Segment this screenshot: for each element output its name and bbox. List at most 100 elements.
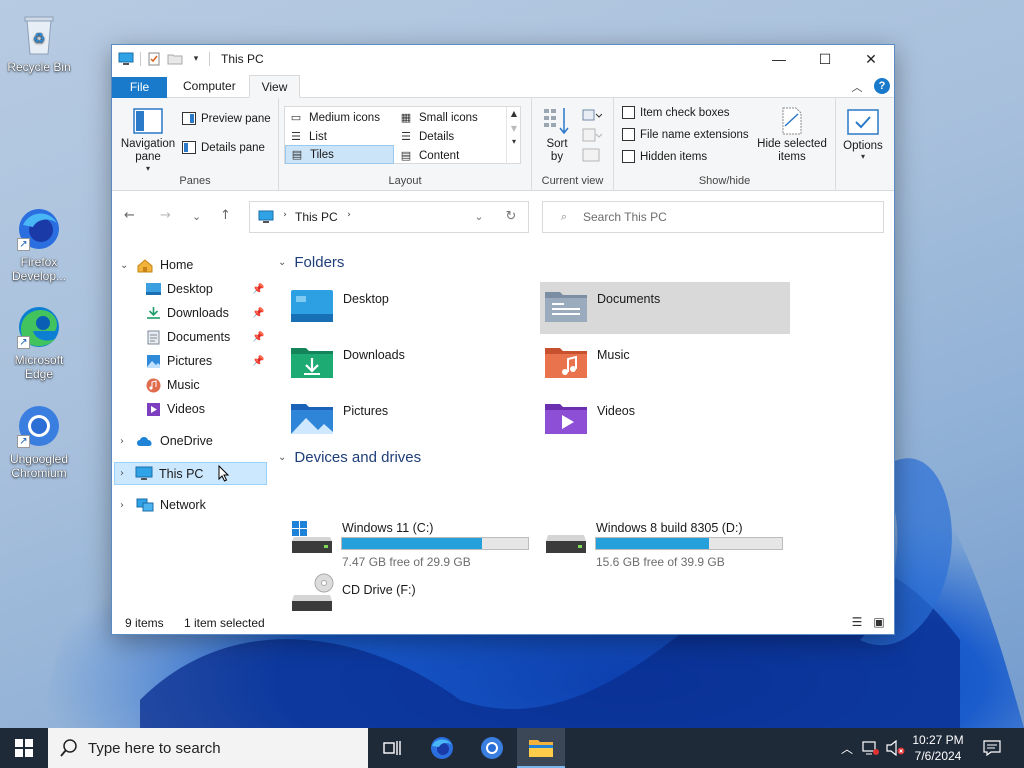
folder-tile-documents[interactable]: Documents: [540, 282, 790, 334]
drive-tile-c[interactable]: Windows 11 (C:) 7.47 GB free of 29.9 GB: [290, 521, 540, 573]
ribbon-group-label: Panes: [179, 175, 211, 187]
folder-tile-music[interactable]: Music: [540, 338, 790, 390]
file-name-extensions-checkbox[interactable]: [622, 128, 635, 141]
collapse-ribbon-icon[interactable]: ︿: [850, 79, 864, 95]
layout-small-icons[interactable]: ▦ Small icons: [395, 108, 505, 127]
add-columns-button[interactable]: [582, 128, 603, 145]
layout-scroll[interactable]: ▲ ▼ ▾: [506, 107, 520, 163]
taskbar-file-explorer-button[interactable]: [517, 728, 565, 768]
clock-time: 10:27 PM: [912, 733, 964, 747]
scroll-up-icon[interactable]: ▲: [507, 109, 521, 118]
folder-tile-pictures[interactable]: Pictures: [286, 394, 536, 446]
layout-medium-icons[interactable]: ▭ Medium icons: [285, 108, 395, 127]
collapsed-chevron-icon[interactable]: ›: [120, 436, 124, 447]
nav-item-videos[interactable]: Videos: [112, 398, 270, 420]
tab-view[interactable]: View: [249, 75, 300, 98]
options-button[interactable]: Options ▾: [838, 108, 888, 161]
item-check-boxes-option[interactable]: Item check boxes: [622, 106, 729, 119]
nav-item-network[interactable]: › Network: [112, 494, 270, 516]
hide-selected-items-button[interactable]: Hide selected items: [754, 106, 830, 164]
folder-label: Desktop: [343, 292, 389, 306]
desktop-icon-chromium[interactable]: ↗ Ungoogled Chromium: [1, 402, 77, 480]
details-view-icon[interactable]: ☰: [850, 615, 864, 629]
group-by-button[interactable]: [582, 108, 603, 125]
nav-item-desktop[interactable]: Desktop 📌: [112, 278, 270, 300]
nav-item-downloads[interactable]: Downloads 📌: [112, 302, 270, 324]
drive-tile-d[interactable]: Windows 8 build 8305 (D:) 15.6 GB free o…: [544, 521, 794, 573]
show-hidden-icons-chevron-icon[interactable]: ︿: [840, 740, 854, 757]
properties-icon[interactable]: [147, 51, 161, 66]
navigation-pane-button[interactable]: Navigation pane ▾: [118, 108, 178, 173]
forward-arrow-icon[interactable]: →: [160, 208, 171, 223]
nav-item-pictures[interactable]: Pictures 📌: [112, 350, 270, 372]
nav-item-this-pc[interactable]: › This PC: [114, 462, 267, 485]
large-icons-view-icon[interactable]: ▣: [872, 615, 886, 629]
notification-center-icon[interactable]: [983, 740, 1001, 756]
taskbar-search-box[interactable]: Type here to search: [48, 728, 368, 768]
minimize-button[interactable]: —: [756, 45, 802, 73]
expanded-chevron-icon[interactable]: ⌄: [120, 260, 128, 271]
refresh-icon[interactable]: ↻: [504, 209, 518, 224]
collapsed-chevron-icon[interactable]: ›: [120, 468, 124, 479]
tab-file[interactable]: File: [112, 77, 167, 98]
taskbar-firefox-button[interactable]: [418, 728, 466, 768]
sort-by-button[interactable]: Sort by: [540, 106, 574, 164]
pin-icon[interactable]: 📌: [252, 284, 264, 295]
collapse-group-chevron-icon[interactable]: ⌄: [278, 257, 286, 268]
close-button[interactable]: ✕: [848, 45, 894, 73]
layout-tiles[interactable]: ▤ Tiles: [285, 145, 394, 164]
tab-computer[interactable]: Computer: [171, 75, 248, 98]
task-view-button[interactable]: [368, 728, 416, 768]
desktop-icon-recycle-bin[interactable]: ♻ Recycle Bin: [1, 10, 77, 74]
address-bar[interactable]: › This PC › ⌄ ↻: [249, 201, 529, 233]
title-bar: ▾ This PC — ☐ ✕: [112, 45, 894, 73]
folder-label: Music: [597, 348, 630, 362]
back-arrow-icon[interactable]: ←: [124, 208, 135, 223]
address-history-dropdown-icon[interactable]: ⌄: [472, 210, 486, 223]
collapse-group-chevron-icon[interactable]: ⌄: [278, 452, 286, 463]
new-folder-icon[interactable]: [167, 52, 183, 65]
nav-item-music[interactable]: Music: [112, 374, 270, 396]
up-arrow-icon[interactable]: ↑: [220, 208, 231, 223]
taskbar-chromium-button[interactable]: [468, 728, 516, 768]
folders-group-header[interactable]: ⌄ Folders: [278, 254, 344, 271]
desktop-icon-firefox[interactable]: ↗ Firefox Develop...: [1, 205, 77, 283]
layout-details[interactable]: ☰ Details: [395, 127, 505, 146]
help-icon[interactable]: ?: [874, 78, 890, 94]
item-check-boxes-checkbox[interactable]: [622, 106, 635, 119]
preview-pane-button[interactable]: Preview pane: [182, 112, 271, 125]
nav-item-onedrive[interactable]: › OneDrive: [112, 430, 270, 452]
desktop-icon-edge[interactable]: ↗ Microsoft Edge: [1, 303, 77, 381]
breadcrumb-this-pc[interactable]: This PC: [295, 210, 338, 224]
layout-content[interactable]: ▤ Content: [395, 146, 505, 165]
breadcrumb-separator-icon[interactable]: ›: [342, 210, 356, 220]
nav-item-documents[interactable]: Documents 📌: [112, 326, 270, 348]
devices-group-header[interactable]: ⌄ Devices and drives: [278, 449, 421, 466]
search-box[interactable]: ⌕ Search This PC: [542, 201, 884, 233]
network-status-icon[interactable]: [862, 740, 880, 756]
details-pane-button[interactable]: Details pane: [182, 141, 265, 154]
maximize-button[interactable]: ☐: [802, 45, 848, 73]
pin-icon[interactable]: 📌: [252, 356, 264, 367]
folder-tile-videos[interactable]: Videos: [540, 394, 790, 446]
hidden-items-option[interactable]: Hidden items: [622, 150, 707, 163]
file-name-extensions-option[interactable]: File name extensions: [622, 128, 749, 141]
breadcrumb-separator-icon[interactable]: ›: [278, 210, 292, 220]
nav-item-label: Downloads: [167, 306, 229, 320]
collapsed-chevron-icon[interactable]: ›: [120, 500, 124, 511]
hidden-items-checkbox[interactable]: [622, 150, 635, 163]
folder-tile-desktop[interactable]: Desktop: [286, 282, 536, 334]
taskbar-clock[interactable]: 10:27 PM 7/6/2024: [908, 732, 968, 764]
size-columns-button[interactable]: [582, 148, 602, 165]
pin-icon[interactable]: 📌: [252, 332, 264, 343]
pin-icon[interactable]: 📌: [252, 308, 264, 319]
customize-qat-dropdown-icon[interactable]: ▾: [189, 54, 203, 64]
volume-muted-icon[interactable]: [886, 740, 906, 756]
expand-gallery-icon[interactable]: ▾: [507, 137, 521, 146]
nav-item-home[interactable]: ⌄ Home: [112, 254, 270, 276]
folder-tile-downloads[interactable]: Downloads: [286, 338, 536, 390]
scroll-down-icon[interactable]: ▼: [507, 124, 521, 133]
layout-list[interactable]: ☰ List: [285, 127, 395, 146]
start-button[interactable]: [0, 728, 48, 768]
recent-locations-chevron-icon[interactable]: ⌄: [192, 210, 201, 223]
